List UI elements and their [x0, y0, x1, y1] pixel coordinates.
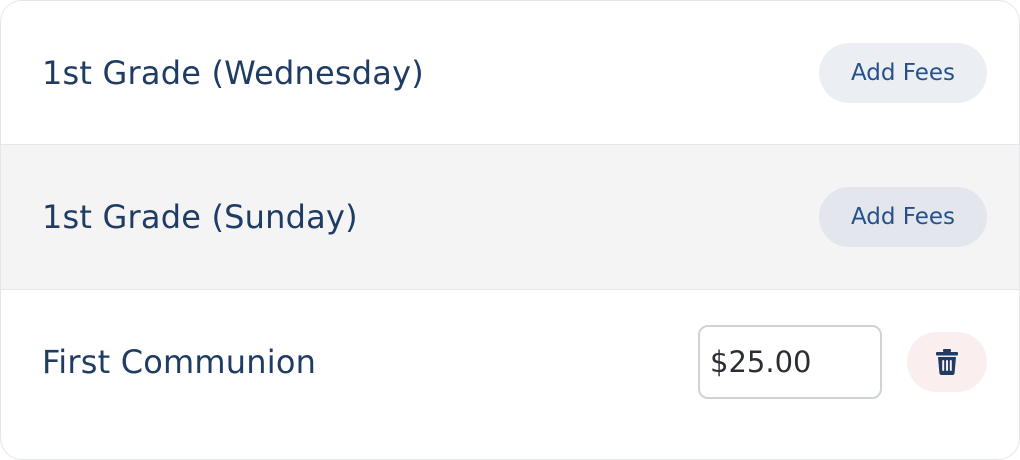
class-row: 1st Grade (Sunday) Add Fees [1, 144, 1019, 290]
fee-controls [698, 325, 987, 399]
class-fees-panel: 1st Grade (Wednesday) Add Fees 1st Grade… [0, 0, 1020, 460]
add-fees-button[interactable]: Add Fees [819, 187, 987, 247]
class-row: 1st Grade (Wednesday) Add Fees [1, 1, 1019, 144]
class-name: 1st Grade (Wednesday) [42, 53, 424, 92]
class-name: First Communion [42, 343, 317, 381]
add-fees-button[interactable]: Add Fees [819, 42, 987, 103]
trash-icon [936, 349, 958, 375]
class-row: First Communion [1, 290, 1019, 436]
class-name: 1st Grade (Sunday) [42, 198, 358, 236]
fee-amount-input[interactable] [698, 325, 882, 399]
delete-fee-button[interactable] [907, 332, 987, 392]
